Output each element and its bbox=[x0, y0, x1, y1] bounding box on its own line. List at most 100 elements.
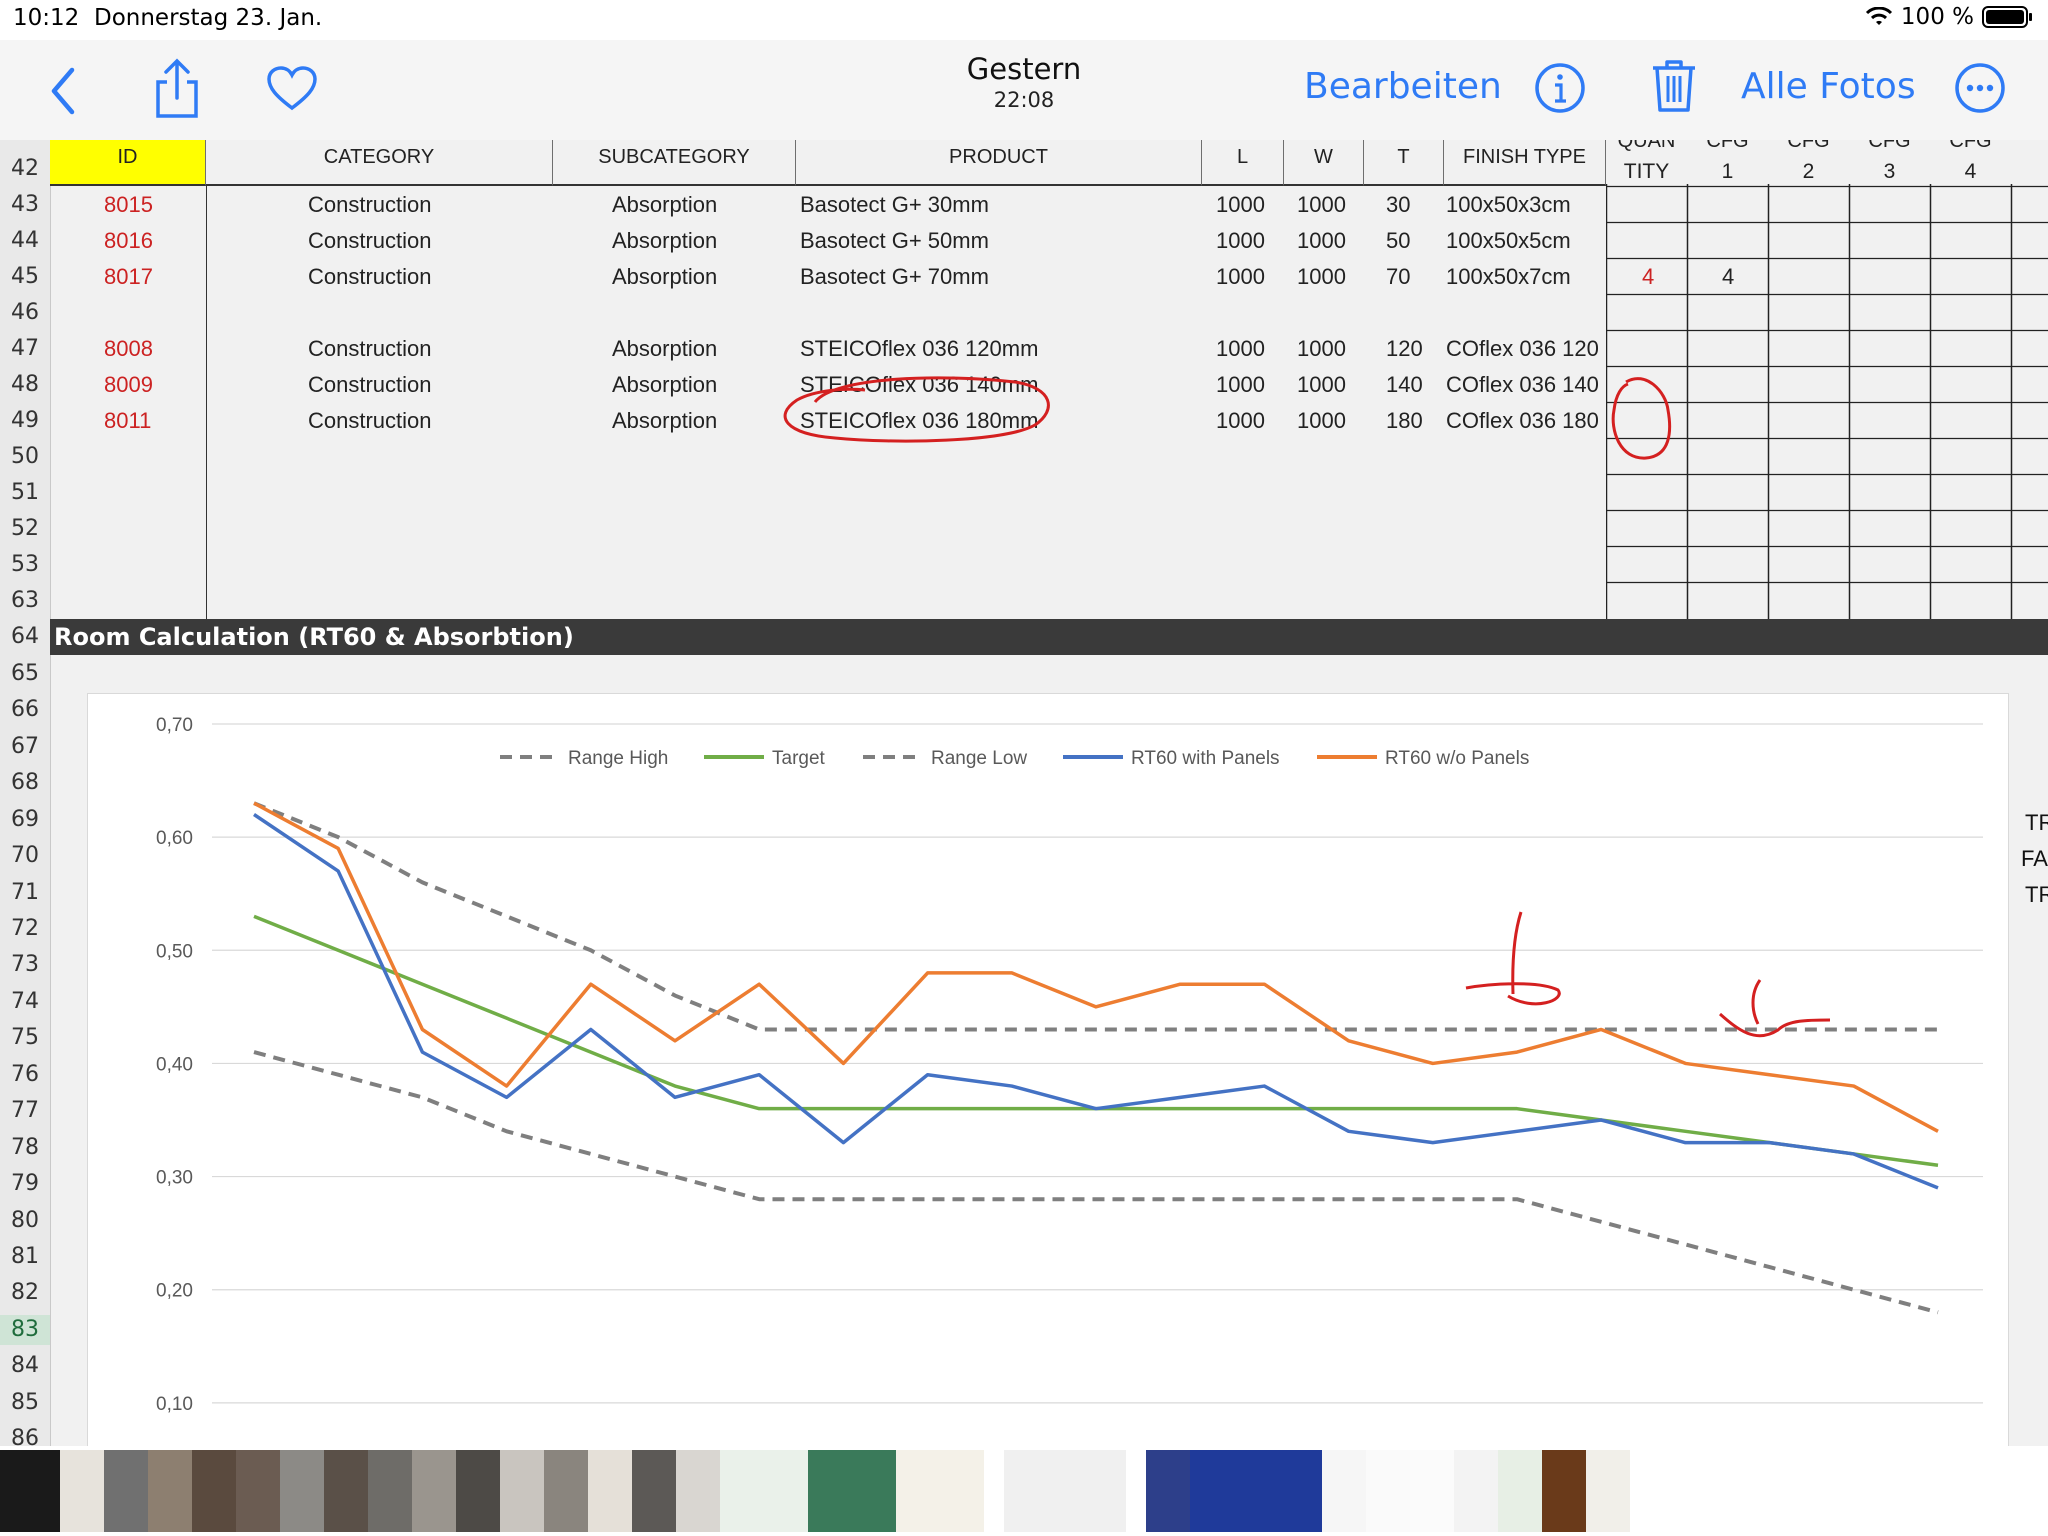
filmstrip-thumbnail[interactable] bbox=[500, 1450, 544, 1532]
cell-id[interactable]: 8017 bbox=[104, 264, 153, 290]
filmstrip-thumbnail[interactable] bbox=[1126, 1450, 1146, 1532]
cell-l[interactable]: 1000 bbox=[1216, 192, 1265, 218]
row-number[interactable]: 51 bbox=[0, 478, 50, 508]
row-number[interactable]: 69 bbox=[0, 805, 50, 835]
cell-l[interactable]: 1000 bbox=[1216, 228, 1265, 254]
trash-icon[interactable] bbox=[1650, 58, 1698, 114]
filmstrip-thumbnail[interactable] bbox=[236, 1450, 280, 1532]
filmstrip-thumbnail[interactable] bbox=[0, 1450, 60, 1532]
filmstrip-thumbnail[interactable] bbox=[1004, 1450, 1126, 1532]
info-icon[interactable] bbox=[1534, 62, 1586, 114]
filmstrip-thumbnail[interactable] bbox=[324, 1450, 368, 1532]
row-number[interactable]: 77 bbox=[0, 1096, 50, 1126]
cell-id[interactable]: 8011 bbox=[104, 408, 151, 434]
all-photos-button[interactable]: Alle Fotos bbox=[1741, 66, 1916, 107]
row-number[interactable]: 45 bbox=[0, 262, 50, 292]
cell-id[interactable]: 8008 bbox=[104, 336, 153, 362]
row-number[interactable]: 82 bbox=[0, 1278, 50, 1308]
cell-product[interactable]: STEICOflex 036 120mm bbox=[800, 336, 1038, 362]
filmstrip-thumbnail[interactable] bbox=[1322, 1450, 1366, 1532]
filmstrip-thumbnail[interactable] bbox=[1586, 1450, 1630, 1532]
row-number[interactable]: 68 bbox=[0, 768, 50, 798]
filmstrip-thumbnail[interactable] bbox=[456, 1450, 500, 1532]
filmstrip-thumbnail[interactable] bbox=[984, 1450, 1004, 1532]
edit-button[interactable]: Bearbeiten bbox=[1304, 66, 1502, 107]
cell-finish[interactable]: COflex 036 180 bbox=[1446, 408, 1599, 434]
row-number[interactable]: 74 bbox=[0, 987, 50, 1017]
row-number[interactable]: 84 bbox=[0, 1351, 50, 1381]
row-number[interactable]: 83 bbox=[0, 1315, 50, 1345]
cell-finish[interactable]: 100x50x5cm bbox=[1446, 228, 1571, 254]
heart-icon[interactable] bbox=[266, 66, 318, 112]
cell-l[interactable]: 1000 bbox=[1216, 372, 1265, 398]
cell-l[interactable]: 1000 bbox=[1216, 408, 1265, 434]
cell-id[interactable]: 8016 bbox=[104, 228, 153, 254]
photo-filmstrip[interactable] bbox=[0, 1446, 2048, 1536]
cell-subcategory[interactable]: Absorption bbox=[612, 408, 717, 434]
cell-category[interactable]: Construction bbox=[308, 192, 432, 218]
filmstrip-thumbnail[interactable] bbox=[676, 1450, 720, 1532]
cell-subcategory[interactable]: Absorption bbox=[612, 264, 717, 290]
filmstrip-thumbnail[interactable] bbox=[280, 1450, 324, 1532]
cell-w[interactable]: 1000 bbox=[1297, 192, 1346, 218]
share-icon[interactable] bbox=[150, 58, 204, 120]
cell-category[interactable]: Construction bbox=[308, 408, 432, 434]
filmstrip-thumbnail[interactable] bbox=[588, 1450, 632, 1532]
cell-w[interactable]: 1000 bbox=[1297, 408, 1346, 434]
row-number[interactable]: 76 bbox=[0, 1060, 50, 1090]
filmstrip-thumbnail[interactable] bbox=[896, 1450, 984, 1532]
filmstrip-thumbnail[interactable] bbox=[1410, 1450, 1454, 1532]
row-number[interactable]: 42 bbox=[0, 154, 50, 184]
filmstrip-thumbnail[interactable] bbox=[1146, 1450, 1190, 1532]
filmstrip-thumbnail[interactable] bbox=[104, 1450, 148, 1532]
filmstrip-thumbnail[interactable] bbox=[720, 1450, 808, 1532]
row-number[interactable]: 52 bbox=[0, 514, 50, 544]
cell-product[interactable]: Basotect G+ 30mm bbox=[800, 192, 989, 218]
filmstrip-thumbnail[interactable] bbox=[192, 1450, 236, 1532]
row-number[interactable]: 80 bbox=[0, 1206, 50, 1236]
row-number[interactable]: 78 bbox=[0, 1133, 50, 1163]
cell-product[interactable]: Basotect G+ 70mm bbox=[800, 264, 989, 290]
cell-w[interactable]: 1000 bbox=[1297, 372, 1346, 398]
filmstrip-thumbnail[interactable] bbox=[148, 1450, 192, 1532]
row-number[interactable]: 64 bbox=[0, 622, 50, 652]
cell-finish[interactable]: COflex 036 120 bbox=[1446, 336, 1599, 362]
cell-t[interactable]: 140 bbox=[1386, 372, 1423, 398]
filmstrip-thumbnail[interactable] bbox=[1498, 1450, 1542, 1532]
cell-subcategory[interactable]: Absorption bbox=[612, 336, 717, 362]
row-number[interactable]: 86 bbox=[0, 1424, 50, 1446]
filmstrip-thumbnail[interactable] bbox=[60, 1450, 104, 1532]
back-icon[interactable] bbox=[48, 66, 78, 116]
filmstrip-thumbnail[interactable] bbox=[1366, 1450, 1410, 1532]
row-number[interactable]: 71 bbox=[0, 878, 50, 908]
row-number[interactable]: 63 bbox=[0, 586, 50, 616]
more-icon[interactable] bbox=[1954, 62, 2006, 114]
cell-product[interactable]: Basotect G+ 50mm bbox=[800, 228, 989, 254]
cell-id[interactable]: 8009 bbox=[104, 372, 153, 398]
cell-finish[interactable]: COflex 036 140 bbox=[1446, 372, 1599, 398]
filmstrip-thumbnail[interactable] bbox=[1190, 1450, 1322, 1532]
row-number[interactable]: 85 bbox=[0, 1388, 50, 1418]
filmstrip-thumbnail[interactable] bbox=[1454, 1450, 1498, 1532]
row-number[interactable]: 47 bbox=[0, 334, 50, 364]
cell-finish[interactable]: 100x50x7cm bbox=[1446, 264, 1571, 290]
row-number[interactable]: 50 bbox=[0, 442, 50, 472]
filmstrip-thumbnail[interactable] bbox=[1542, 1450, 1586, 1532]
row-number[interactable]: 79 bbox=[0, 1169, 50, 1199]
cell-l[interactable]: 1000 bbox=[1216, 336, 1265, 362]
cell-category[interactable]: Construction bbox=[308, 228, 432, 254]
cell-t[interactable]: 180 bbox=[1386, 408, 1423, 434]
cell-w[interactable]: 1000 bbox=[1297, 264, 1346, 290]
cell-t[interactable]: 70 bbox=[1386, 264, 1410, 290]
row-number[interactable]: 53 bbox=[0, 550, 50, 580]
cell-subcategory[interactable]: Absorption bbox=[612, 228, 717, 254]
row-number[interactable]: 66 bbox=[0, 695, 50, 725]
cell-w[interactable]: 1000 bbox=[1297, 336, 1346, 362]
filmstrip-thumbnail[interactable] bbox=[544, 1450, 588, 1532]
spreadsheet-photo[interactable]: 42 43 44 45 46 47 48 49 50 51 52 53 63 64 65 66 67 68 69 70… bbox=[0, 140, 2048, 1446]
row-number[interactable]: 43 bbox=[0, 190, 50, 220]
cell-l[interactable]: 1000 bbox=[1216, 264, 1265, 290]
row-number[interactable]: 75 bbox=[0, 1023, 50, 1053]
filmstrip-thumbnail[interactable] bbox=[368, 1450, 412, 1532]
cell-t[interactable]: 30 bbox=[1386, 192, 1410, 218]
